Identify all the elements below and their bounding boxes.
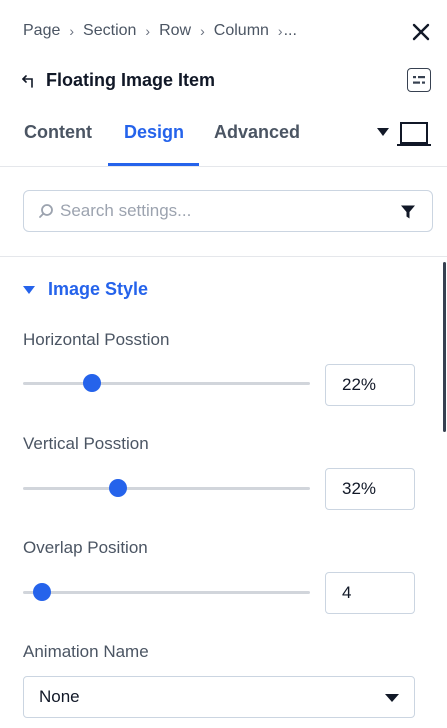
horizontal-position-label: Horizontal Posstion xyxy=(23,330,170,349)
breadcrumb-separator-icon: › xyxy=(277,23,283,39)
breadcrumb-separator-icon: › xyxy=(200,23,205,39)
panel-title: Floating Image Item xyxy=(46,70,216,90)
breadcrumb-row[interactable]: Row xyxy=(159,22,191,40)
animation-name-select[interactable]: None xyxy=(23,676,415,718)
slider-thumb[interactable] xyxy=(108,479,127,497)
animation-name-value: None xyxy=(39,687,80,706)
horizontal-position-slider[interactable] xyxy=(23,374,310,392)
vertical-position-input[interactable]: 32% xyxy=(325,468,415,510)
layout-toggle-button[interactable] xyxy=(407,68,431,92)
breadcrumb-more[interactable]: ... xyxy=(284,22,297,40)
breadcrumb-column[interactable]: Column xyxy=(214,22,269,40)
animation-name-label: Animation Name xyxy=(23,642,149,661)
search-icon xyxy=(39,204,53,218)
section-title: Image Style xyxy=(48,279,149,299)
slider-thumb[interactable] xyxy=(82,374,101,392)
breadcrumb: Page › Section › Row › Column › ... xyxy=(23,20,297,42)
overlap-position-input[interactable]: 4 xyxy=(325,572,415,614)
filter-icon[interactable] xyxy=(400,204,416,220)
breadcrumb-separator-icon: › xyxy=(145,23,151,39)
slider-thumb[interactable] xyxy=(32,583,51,601)
layout-toggle-icon xyxy=(413,76,425,84)
search-box xyxy=(23,190,433,232)
title-row: Floating Image Item xyxy=(22,70,215,91)
tab-design[interactable]: Design xyxy=(124,122,184,143)
desktop-device-icon[interactable] xyxy=(397,122,431,146)
tab-bar: Content Design Advanced xyxy=(0,114,447,167)
vertical-position-slider[interactable] xyxy=(23,479,310,497)
tab-advanced[interactable]: Advanced xyxy=(214,122,300,143)
tab-menu-caret-icon[interactable] xyxy=(377,128,389,136)
horizontal-position-input[interactable]: 22% xyxy=(325,364,415,406)
expand-caret-icon xyxy=(23,285,35,294)
vertical-position-label: Vertical Posstion xyxy=(23,434,149,453)
breadcrumb-page[interactable]: Page xyxy=(23,22,60,40)
search-input[interactable] xyxy=(60,201,390,221)
divider xyxy=(0,256,447,257)
overlap-position-label: Overlap Position xyxy=(23,538,148,557)
active-tab-indicator xyxy=(108,163,199,166)
back-arrow-icon[interactable] xyxy=(22,74,36,88)
chevron-down-icon xyxy=(385,694,399,702)
breadcrumb-separator-icon: › xyxy=(69,23,75,39)
close-button[interactable] xyxy=(407,18,435,46)
scrollbar[interactable] xyxy=(443,262,446,432)
tab-content[interactable]: Content xyxy=(24,122,92,143)
overlap-position-slider[interactable] xyxy=(23,583,310,601)
close-icon xyxy=(412,23,430,41)
section-header-image-style[interactable]: Image Style xyxy=(23,279,148,300)
breadcrumb-section[interactable]: Section xyxy=(83,22,136,40)
